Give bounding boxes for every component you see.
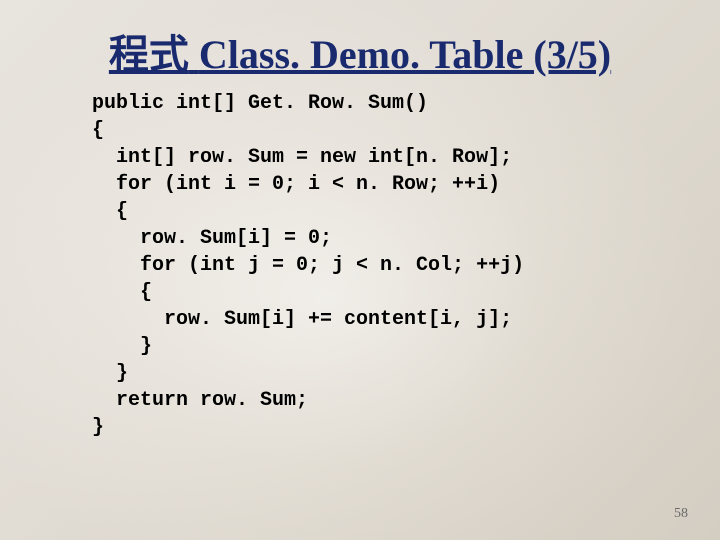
code-line: } — [92, 416, 104, 439]
code-line: row. Sum[i] += content[i, j]; — [92, 308, 512, 331]
code-line: { — [92, 281, 152, 304]
code-line: { — [92, 119, 104, 142]
code-block: public int[] Get. Row. Sum() { int[] row… — [92, 90, 524, 441]
code-line: return row. Sum; — [92, 389, 308, 412]
title-english: Class. Demo. Table (3/5) — [199, 32, 611, 77]
page-number: 58 — [674, 506, 688, 522]
code-line: for (int j = 0; j < n. Col; ++j) — [92, 254, 524, 277]
code-line: public int[] Get. Row. Sum() — [92, 92, 428, 115]
title-chinese: 程式 — [109, 32, 189, 77]
code-line: } — [92, 335, 152, 358]
code-line: int[] row. Sum = new int[n. Row]; — [92, 146, 512, 169]
code-line: row. Sum[i] = 0; — [92, 227, 332, 250]
code-line: } — [92, 362, 128, 385]
code-line: for (int i = 0; i < n. Row; ++i) — [92, 173, 500, 196]
code-line: { — [92, 200, 128, 223]
slide-title: 程式 Class. Demo. Table (3/5) — [0, 22, 720, 80]
